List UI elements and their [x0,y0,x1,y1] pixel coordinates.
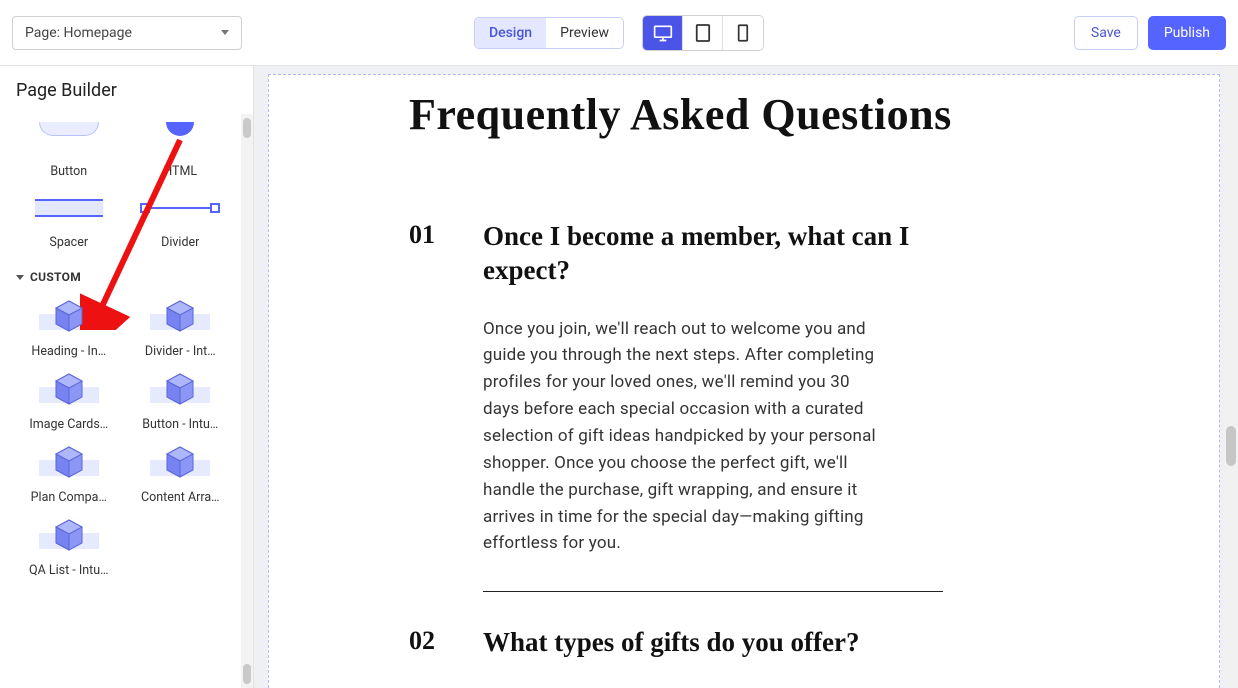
device-toggle [642,15,764,51]
preview-mode-button[interactable]: Preview [546,18,623,48]
component-label: Button [50,164,87,179]
cube-icon [165,445,195,479]
component-label: Divider [161,235,199,250]
sidebar-scroll: Button HTML Spacer Divider CUSTOM [0,114,241,688]
canvas-area: Frequently Asked Questions 01 Once I bec… [254,66,1238,688]
faq-question: Once I become a member, what can I expec… [483,220,913,288]
page-builder-sidebar: Page Builder Button HTML Spacer D [0,66,254,688]
cube-icon [54,372,84,406]
page-frame[interactable]: Frequently Asked Questions 01 Once I bec… [268,74,1220,688]
component-html[interactable]: HTML [128,118,234,179]
main-area: Page Builder Button HTML Spacer D [0,66,1238,688]
sidebar-title: Page Builder [0,66,253,111]
custom-component[interactable]: QA List - Intu… [16,515,122,578]
html-thumb-icon [166,122,194,136]
cube-icon [54,518,84,552]
custom-component[interactable]: Button - Intu… [128,369,234,432]
faq-item: 01 Once I become a member, what can I ex… [409,220,1139,592]
cube-icon [54,445,84,479]
page-select-label: Page: Homepage [25,25,132,41]
tablet-icon [695,23,711,43]
faq-answer: Once you join, we'll reach out to welcom… [483,316,883,558]
top-toolbar: Page: Homepage Design Preview Save Publi… [0,0,1238,66]
custom-component[interactable]: Image Cards… [16,369,122,432]
component-spacer[interactable]: Spacer [16,189,122,250]
component-label: Heading - In… [31,344,106,359]
faq-question: What types of gifts do you offer? [483,626,859,660]
scrollbar-up-arrow[interactable] [243,118,251,138]
component-label: Image Cards… [29,417,108,432]
component-label: QA List - Intu… [29,563,108,578]
custom-component[interactable]: Plan Compa… [16,442,122,505]
custom-component[interactable]: Heading - In… [16,296,122,359]
faq-item: 02 What types of gifts do you offer? [409,626,1139,660]
component-label: HTML [163,164,197,179]
spacer-thumb-icon [35,199,103,217]
custom-section-label: CUSTOM [30,270,81,284]
publish-button[interactable]: Publish [1148,16,1226,50]
canvas-scrollbar[interactable] [1224,66,1238,688]
faq-heading: Frequently Asked Questions [409,89,1139,140]
scrollbar-thumb[interactable] [1226,426,1236,466]
component-label: Button - Intu… [142,417,218,432]
design-mode-button[interactable]: Design [475,18,546,48]
scrollbar-down-arrow[interactable] [243,664,251,684]
custom-section-header[interactable]: CUSTOM [16,270,233,284]
button-thumb-icon [39,122,99,136]
component-button[interactable]: Button [16,118,122,179]
chevron-down-icon [221,30,229,35]
component-label: Plan Compa… [31,490,107,505]
cube-icon [165,372,195,406]
sidebar-scrollbar[interactable] [241,114,253,688]
chevron-down-icon [16,275,24,280]
device-desktop-button[interactable] [643,16,683,50]
device-tablet-button[interactable] [683,16,723,50]
faq-number: 01 [409,220,449,592]
divider-thumb-icon [144,207,216,209]
component-label: Spacer [49,235,88,250]
component-divider[interactable]: Divider [128,189,234,250]
cube-icon [54,299,84,333]
faq-number: 02 [409,626,449,660]
desktop-icon [653,24,673,42]
component-label: Divider - Int… [145,344,216,359]
custom-component[interactable]: Content Arra… [128,442,234,505]
custom-component[interactable]: Divider - Int… [128,296,234,359]
faq-divider [483,591,943,592]
save-button[interactable]: Save [1074,16,1138,50]
component-label: Content Arra… [141,490,220,505]
device-mobile-button[interactable] [723,16,763,50]
page-select-dropdown[interactable]: Page: Homepage [12,16,242,50]
mode-toggle: Design Preview [474,17,624,49]
cube-icon [165,299,195,333]
mobile-icon [737,23,749,43]
